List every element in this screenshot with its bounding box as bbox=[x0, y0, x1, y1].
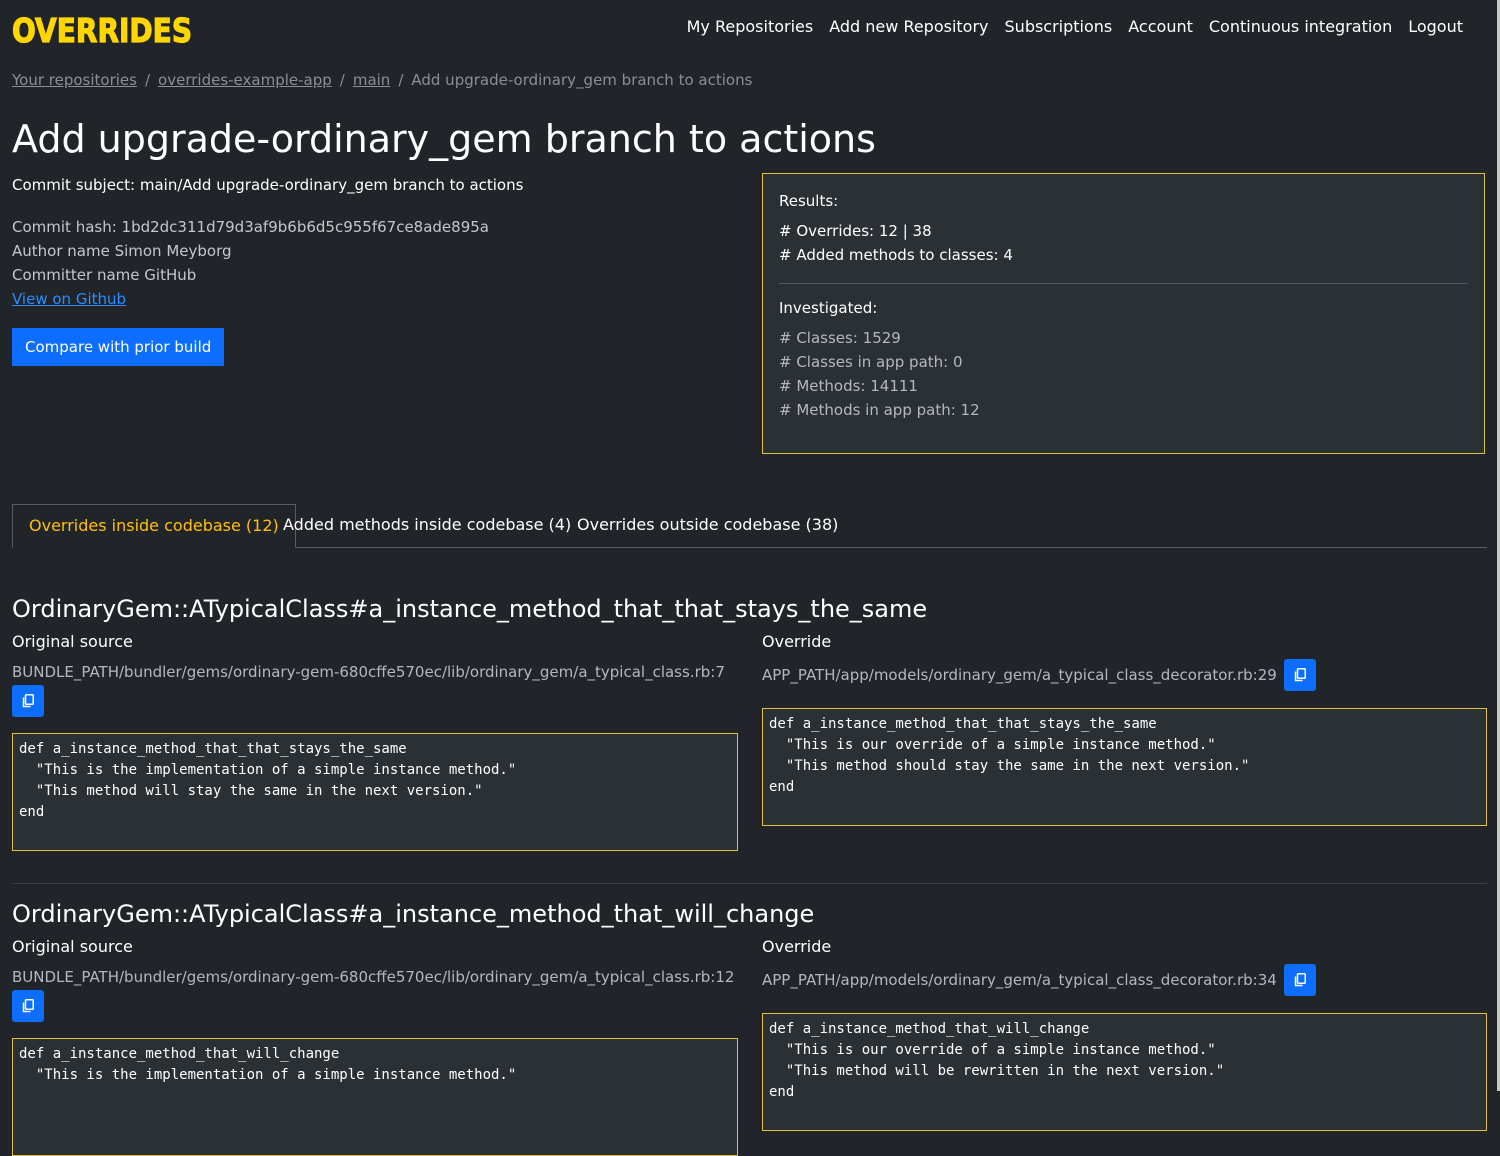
svg-text:OVERRIDES: OVERRIDES bbox=[12, 11, 192, 50]
commit-details: Commit subject: main/Add upgrade-ordinar… bbox=[12, 175, 742, 366]
results-panel: Results: # Overrides: 12 | 38 # Added me… bbox=[762, 173, 1485, 454]
nav-continuous-integration[interactable]: Continuous integration bbox=[1209, 17, 1392, 36]
page-container: OVERRIDES My Repositories Add new Reposi… bbox=[11, 0, 1487, 1156]
override-label: Override bbox=[762, 937, 832, 956]
commit-committer: Committer name GitHub bbox=[12, 266, 197, 284]
tab-overrides-inside-codebase[interactable]: Overrides inside codebase (12) bbox=[12, 504, 296, 548]
commit-info: Commit hash: 1bd2dc311d79d3af9b6b6d5c955… bbox=[12, 215, 742, 311]
override-column: Override APP_PATH/app/models/ordinary_ge… bbox=[762, 632, 1487, 826]
brand-logo[interactable]: OVERRIDES bbox=[11, 10, 194, 54]
original-source-code: def a_instance_method_that_will_change "… bbox=[12, 1038, 738, 1156]
original-source-path: BUNDLE_PATH/bundler/gems/ordinary-gem-68… bbox=[12, 968, 735, 986]
breadcrumb-current: Add upgrade-ordinary_gem branch to actio… bbox=[411, 71, 753, 89]
copy-icon bbox=[22, 999, 34, 1013]
copy-icon bbox=[1294, 973, 1306, 987]
breadcrumb: Your repositories / overrides-example-app /… bbox=[12, 71, 752, 89]
nav-account[interactable]: Account bbox=[1128, 17, 1193, 36]
nav-my-repositories[interactable]: My Repositories bbox=[687, 17, 814, 36]
override-path: APP_PATH/app/models/ordinary_gem/a_typic… bbox=[762, 666, 1277, 684]
override-code: def a_instance_method_that_will_change "… bbox=[762, 1013, 1487, 1131]
breadcrumb-separator: / bbox=[398, 71, 404, 89]
investigated-methods-in-app: # Methods in app path: 12 bbox=[779, 401, 980, 419]
override-method-name: OrdinaryGem::ATypicalClass#a_instance_me… bbox=[12, 900, 815, 928]
original-source-label: Original source bbox=[12, 632, 133, 651]
commit-author: Author name Simon Meyborg bbox=[12, 242, 232, 260]
investigated-classes: # Classes: 1529 bbox=[779, 329, 901, 347]
nav-logout[interactable]: Logout bbox=[1408, 17, 1463, 36]
nav-subscriptions[interactable]: Subscriptions bbox=[1005, 17, 1113, 36]
main-nav: My Repositories Add new Repository Subsc… bbox=[687, 17, 1463, 36]
nav-add-new-repository[interactable]: Add new Repository bbox=[829, 17, 988, 36]
view-on-github-link[interactable]: View on Github bbox=[12, 290, 126, 308]
breadcrumb-your-repositories[interactable]: Your repositories bbox=[12, 71, 137, 89]
copy-original-path-button[interactable] bbox=[12, 685, 44, 717]
override-column: Override APP_PATH/app/models/ordinary_ge… bbox=[762, 937, 1487, 1131]
tab-overrides-outside-codebase[interactable]: Overrides outside codebase (38) bbox=[561, 504, 854, 547]
copy-icon bbox=[22, 694, 34, 708]
original-source-label: Original source bbox=[12, 937, 133, 956]
investigated-classes-in-app: # Classes in app path: 0 bbox=[779, 353, 963, 371]
original-source-path: BUNDLE_PATH/bundler/gems/ordinary-gem-68… bbox=[12, 663, 725, 681]
investigated-methods: # Methods: 14111 bbox=[779, 377, 918, 395]
top-navbar: OVERRIDES My Repositories Add new Reposi… bbox=[11, 0, 1487, 62]
commit-subject: Commit subject: main/Add upgrade-ordinar… bbox=[12, 176, 524, 194]
page-title: Add upgrade-ordinary_gem branch to actio… bbox=[12, 117, 876, 161]
breadcrumb-repository[interactable]: overrides-example-app bbox=[158, 71, 332, 89]
override-path: APP_PATH/app/models/ordinary_gem/a_typic… bbox=[762, 971, 1277, 989]
override-method-name: OrdinaryGem::ATypicalClass#a_instance_me… bbox=[12, 595, 928, 623]
results-heading: Results: bbox=[779, 192, 839, 210]
breadcrumb-separator: / bbox=[339, 71, 345, 89]
copy-override-path-button[interactable] bbox=[1283, 964, 1316, 996]
copy-original-path-button[interactable] bbox=[12, 990, 44, 1022]
investigated-heading: Investigated: bbox=[779, 299, 878, 317]
results-divider bbox=[779, 283, 1468, 284]
breadcrumb-separator: / bbox=[144, 71, 151, 89]
results-added-methods: # Added methods to classes: 4 bbox=[779, 246, 1013, 264]
copy-icon bbox=[1294, 668, 1306, 682]
tab-bar: Overrides inside codebase (12) Added met… bbox=[12, 504, 1487, 548]
section-divider bbox=[12, 883, 1487, 884]
override-code: def a_instance_method_that_that_stays_th… bbox=[762, 708, 1487, 826]
results-overrides: # Overrides: 12 | 38 bbox=[779, 222, 932, 240]
original-source-code: def a_instance_method_that_that_stays_th… bbox=[12, 733, 738, 851]
original-source-column: Original source BUNDLE_PATH/bundler/gems… bbox=[12, 937, 738, 1156]
tab-added-methods-inside-codebase[interactable]: Added methods inside codebase (4) bbox=[267, 504, 587, 547]
copy-override-path-button[interactable] bbox=[1283, 659, 1316, 691]
compare-prior-build-button[interactable]: Compare with prior build bbox=[12, 328, 225, 366]
override-label: Override bbox=[762, 632, 832, 651]
breadcrumb-branch[interactable]: main bbox=[353, 71, 390, 89]
original-source-column: Original source BUNDLE_PATH/bundler/gems… bbox=[12, 632, 738, 851]
commit-hash: Commit hash: 1bd2dc311d79d3af9b6b6d5c955… bbox=[12, 218, 489, 236]
